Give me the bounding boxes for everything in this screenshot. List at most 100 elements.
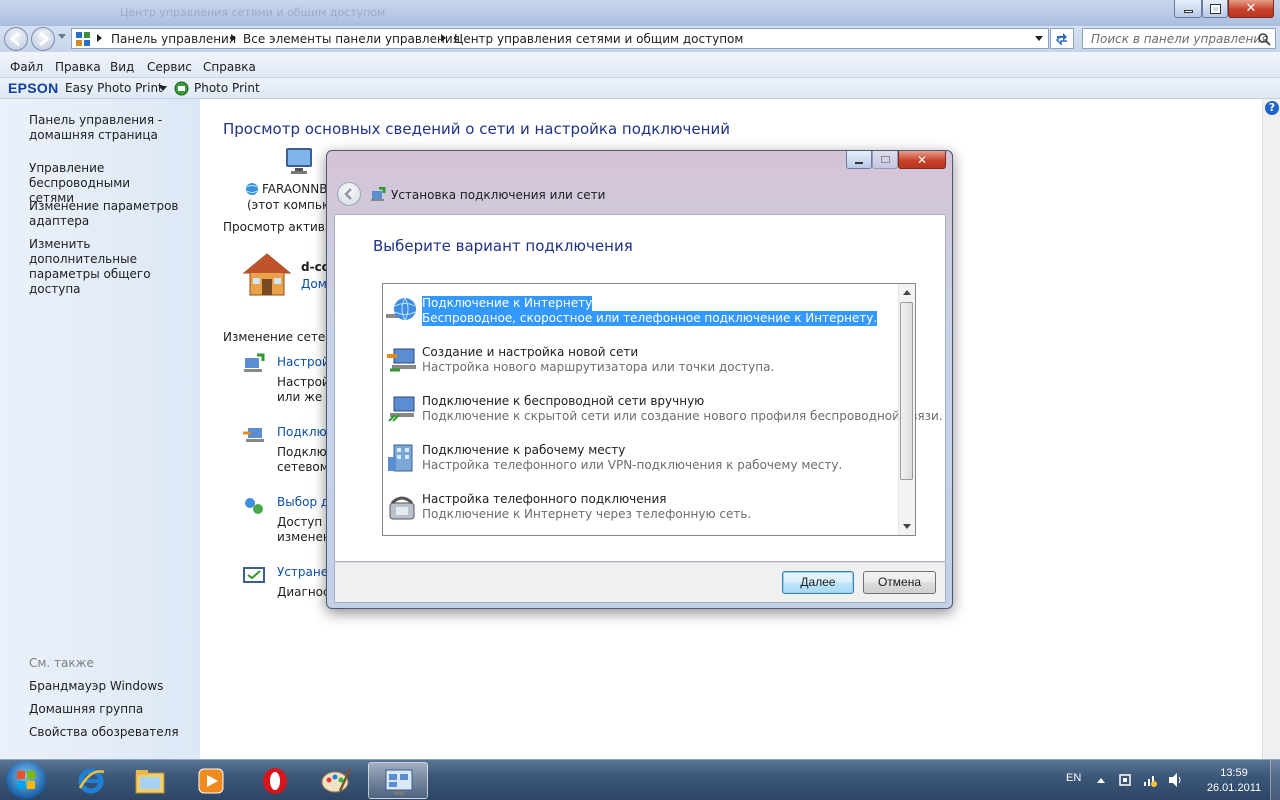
home-network-icon	[242, 253, 292, 296]
forward-button[interactable]	[31, 27, 55, 51]
back-button[interactable]	[4, 27, 28, 51]
forward-arrow-icon	[39, 31, 50, 47]
help-button[interactable]: ?	[1265, 101, 1279, 115]
breadcrumb-all-items[interactable]: Все элементы панели управления	[243, 32, 460, 46]
sidebar-item-home[interactable]: Панель управления - домашняя страница	[29, 113, 199, 143]
language-indicator[interactable]: EN	[1066, 772, 1081, 784]
sidebar-item-sharing[interactable]: Изменить дополнительные параметры общего…	[29, 237, 199, 297]
option-manual-wireless[interactable]: Подключение к беспроводной сети вручную …	[383, 389, 943, 435]
taskbar-internet-explorer[interactable]	[60, 762, 120, 799]
windows-logo-icon	[17, 771, 35, 789]
dialog-maximize-button[interactable]	[872, 151, 898, 169]
connection-options-list[interactable]: Подключение к Интернету Беспроводное, ск…	[382, 283, 943, 536]
minimize-icon	[855, 161, 863, 164]
dialog-footer: Далее Отмена	[334, 562, 946, 603]
task-link-connect[interactable]: Подклю	[277, 425, 327, 440]
system-clock[interactable]: 13:59 26.01.2011	[1201, 766, 1267, 796]
option-description: Настройка телефонного или VPN-подключени…	[422, 458, 843, 472]
taskbar-opera[interactable]	[244, 762, 304, 799]
show-desktop-button[interactable]	[1270, 760, 1280, 800]
internet-explorer-icon	[78, 768, 105, 794]
volume-icon[interactable]	[1168, 772, 1182, 788]
globe-icon	[386, 297, 416, 321]
breadcrumb-separator[interactable]	[231, 34, 236, 42]
menu-view[interactable]: Вид	[110, 60, 134, 74]
sidebar-item-adapter[interactable]: Изменение параметров адаптера	[29, 199, 199, 229]
network-tray-icon[interactable]	[1142, 772, 1158, 788]
option-title: Создание и настройка новой сети	[422, 345, 639, 359]
epson-logo: EPSON	[8, 80, 59, 96]
easy-photo-print-button[interactable]: Easy Photo Print	[65, 81, 163, 95]
scroll-up-button[interactable]	[903, 290, 911, 295]
history-dropdown-button[interactable]	[58, 34, 66, 39]
sidebar-home-line2: домашняя страница	[29, 128, 158, 142]
restore-button[interactable]	[1202, 0, 1228, 18]
option-title: Настройка телефонного подключения	[422, 492, 667, 506]
scroll-down-button[interactable]	[903, 524, 911, 529]
option-new-network[interactable]: Создание и настройка новой сети Настройк…	[383, 340, 899, 386]
breadcrumb-control-panel[interactable]: Панель управления	[111, 32, 236, 46]
task-desc: Подклю	[277, 445, 327, 459]
dialup-phone-icon	[389, 496, 415, 520]
menu-help[interactable]: Справка	[203, 60, 256, 74]
show-hidden-icons-button[interactable]	[1097, 778, 1105, 783]
option-description: Подключение к скрытой сети или создание …	[422, 409, 943, 423]
options-scrollbar[interactable]	[898, 284, 915, 535]
scroll-thumb[interactable]	[900, 302, 913, 480]
close-icon: ✕	[1245, 1, 1257, 16]
minimize-button[interactable]	[1174, 0, 1202, 18]
refresh-button[interactable]	[1050, 28, 1074, 49]
sidebar-item-internet-options[interactable]: Свойства обозревателя	[29, 725, 199, 740]
change-settings-label: Изменение сетевы	[223, 330, 342, 344]
menu-file[interactable]: Файл	[10, 60, 43, 74]
sidebar-item-label: адаптера	[29, 214, 90, 228]
help-strip: ?	[1262, 99, 1280, 759]
cancel-button[interactable]: Отмена	[863, 571, 936, 594]
dialog-minimize-button[interactable]	[846, 151, 872, 169]
search-input[interactable]: Поиск в панели управления	[1082, 28, 1276, 49]
clock-time: 13:59	[1220, 767, 1248, 779]
option-workplace[interactable]: Подключение к рабочему месту Настройка т…	[383, 438, 899, 484]
help-icon: ?	[1268, 101, 1276, 114]
homegroup-icon	[245, 498, 263, 514]
task-link-setup[interactable]: Настрой	[277, 355, 330, 370]
dialog-close-button[interactable]: ✕	[898, 151, 946, 169]
easy-photo-print-dropdown[interactable]	[159, 86, 167, 91]
start-button[interactable]	[6, 761, 46, 799]
new-network-icon	[387, 348, 416, 372]
taskbar-control-panel[interactable]	[368, 762, 428, 799]
opera-icon	[263, 768, 287, 794]
maximize-icon	[880, 156, 890, 163]
breadcrumb-separator[interactable]	[97, 34, 102, 42]
search-icon	[1258, 33, 1271, 46]
option-internet[interactable]: Подключение к Интернету Беспроводное, ск…	[383, 291, 899, 337]
photo-print-button[interactable]: Photo Print	[194, 81, 260, 95]
taskbar-media-player[interactable]	[181, 762, 241, 799]
next-button[interactable]: Далее	[782, 571, 854, 594]
workplace-icon	[388, 444, 413, 472]
address-bar[interactable]: Панель управления Все элементы панели уп…	[71, 28, 1049, 49]
dialog-back-button[interactable]	[337, 182, 361, 206]
breadcrumb-separator[interactable]	[441, 34, 446, 42]
setup-connection-dialog: ✕ Установка подключения или сети Выберит…	[326, 150, 953, 609]
tray-device-icon[interactable]	[1118, 773, 1132, 787]
sidebar-item-firewall[interactable]: Брандмауэр Windows	[29, 679, 199, 694]
sidebar-item-homegroup[interactable]: Домашняя группа	[29, 702, 199, 717]
sidebar-item-label: Управление беспроводными	[29, 161, 131, 190]
breadcrumb-network-center[interactable]: Центр управления сетями и общим доступом	[454, 32, 743, 46]
option-title: Подключение к беспроводной сети вручную	[422, 394, 705, 408]
menu-edit[interactable]: Правка	[55, 60, 101, 74]
close-icon: ✕	[916, 152, 928, 167]
option-dialup[interactable]: Настройка телефонного подключения Подклю…	[383, 487, 899, 533]
network-type-link[interactable]: Дом	[301, 277, 327, 292]
taskbar-paint[interactable]	[306, 762, 366, 799]
menu-tools[interactable]: Сервис	[147, 60, 192, 74]
computer-icon	[286, 148, 312, 174]
taskbar-explorer[interactable]	[120, 762, 180, 799]
close-button[interactable]: ✕	[1228, 0, 1274, 18]
minimize-icon	[1183, 10, 1193, 13]
media-player-icon	[198, 768, 224, 794]
address-dropdown-button[interactable]	[1035, 36, 1043, 41]
option-description: Подключение к Интернету через телефонную…	[422, 507, 752, 521]
option-title: Подключение к Интернету	[422, 296, 593, 311]
